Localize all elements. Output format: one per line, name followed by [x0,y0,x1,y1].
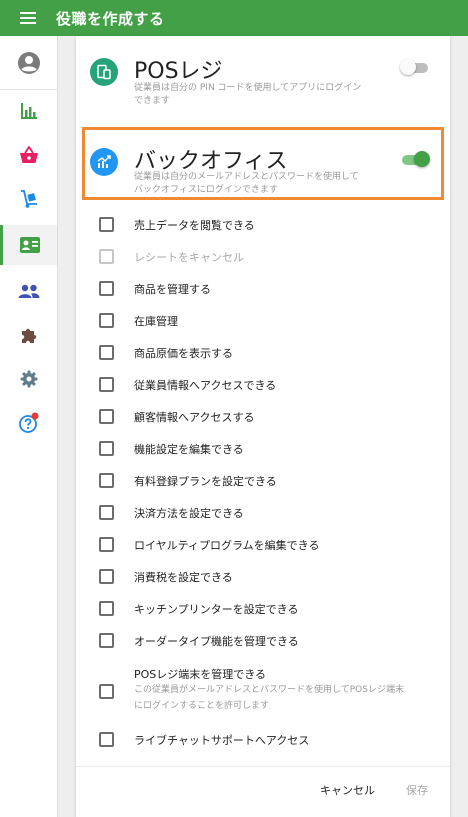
permission-label: 商品を管理する [134,283,211,296]
permission-checkbox[interactable] [99,345,114,360]
pos-module-toggle[interactable] [400,59,430,75]
sidebar-item-sales[interactable] [0,135,57,175]
permission-label: 顧客情報へアクセスする [134,411,255,424]
pos-module-title: POSレジ [134,59,223,84]
pos-module-description: 従業員は自分の PIN コードを使用してアプリにログイン できます [134,82,361,108]
permission-label: 在庫管理 [134,315,178,328]
backoffice-module-toggle[interactable] [400,151,430,167]
permission-row[interactable]: キッチンプリンターを設定できる [76,593,450,625]
sidebar-item-account[interactable] [0,43,57,83]
sidebar-divider [0,89,57,90]
permission-row[interactable]: POSレジ端末を管理できる この従業員がメールアドレスとパスワードを使用してPO… [76,662,450,718]
permission-checkbox[interactable] [99,684,114,699]
permission-label: 有料登録プランを設定できる [134,475,277,488]
backoffice-module-description: 従業員は自分のメールアドレスとパスワードを使用して バックオフィスにログインでき… [134,171,359,197]
permission-label: オーダータイプ機能を管理できる [134,635,299,648]
permission-description: この従業員がメールアドレスとパスワードを使用してPOSレジ端末 にログインするこ… [134,682,434,714]
permission-label: レシートをキャンセル [134,251,244,264]
main-content: POSレジ 従業員は自分の PIN コードを使用してアプリにログイン できます [58,36,468,817]
permission-checkbox[interactable] [99,601,114,616]
save-button[interactable]: 保存 [406,782,428,798]
hamburger-menu-icon [20,12,36,24]
permission-checkbox[interactable] [99,569,114,584]
permission-label: POSレジ端末を管理できる [134,668,267,681]
hand-truck-icon [20,190,37,208]
permission-checkbox[interactable] [99,441,114,456]
permission-checkbox[interactable] [99,732,114,747]
sidebar-item-integrations[interactable] [0,315,57,355]
permission-label: 機能設定を編集できる [134,443,244,456]
permission-row[interactable]: 在庫管理 [76,305,450,337]
permission-row[interactable]: ロイヤルティプログラムを編集できる [76,529,450,561]
permission-description-line: この従業員がメールアドレスとパスワードを使用してPOSレジ端末 [134,685,404,695]
backoffice-module-icon [90,148,118,176]
permission-row[interactable]: 商品原価を表示する [76,337,450,369]
people-icon [18,284,39,298]
permission-row[interactable]: 機能設定を編集できる [76,433,450,465]
permission-label: 売上データを閲覧できる [134,219,255,232]
permission-label: ロイヤルティプログラムを編集できる [134,539,320,552]
toggle-knob [414,151,430,167]
permission-row[interactable]: 決済方法を設定できる [76,497,450,529]
cancel-button[interactable]: キャンセル [320,782,375,798]
permission-row[interactable]: 従業員情報へアクセスできる [76,369,450,401]
sidebar-item-help[interactable] [0,403,57,443]
gear-icon [20,370,37,388]
backoffice-module-description-line: 従業員は自分のメールアドレスとパスワードを使用して [134,172,359,182]
permission-checkbox[interactable] [99,409,114,424]
permission-row[interactable]: オーダータイプ機能を管理できる [76,625,450,657]
permission-checkbox[interactable] [99,377,114,392]
permission-description-line: にログインすることを許可します [134,701,270,711]
permission-checkbox[interactable] [99,505,114,520]
permission-label: 決済方法を設定できる [134,507,244,520]
sidebar-item-reports[interactable] [0,91,57,131]
permission-row: レシートをキャンセル [76,241,450,273]
sidebar [0,36,58,817]
permission-checkbox[interactable] [99,217,114,232]
permission-row[interactable]: 有料登録プランを設定できる [76,465,450,497]
puzzle-icon [21,328,36,343]
permission-checkbox [99,249,114,264]
notification-dot [31,412,38,420]
permission-label: 従業員情報へアクセスできる [134,379,277,392]
role-form-card: POSレジ 従業員は自分の PIN コードを使用してアプリにログイン できます [76,36,450,817]
menu-button[interactable] [0,0,56,36]
permission-label: ライブチャットサポートへアクセス [134,734,310,747]
shopping-basket-icon [19,146,38,163]
permission-checkbox[interactable] [99,633,114,648]
pos-module-description-line: 従業員は自分の PIN コードを使用してアプリにログイン [134,83,362,93]
bar-chart-icon [20,103,37,119]
badge-icon [20,237,40,253]
permission-checkbox[interactable] [99,281,114,296]
sidebar-item-employees[interactable] [0,225,57,265]
permission-checkbox[interactable] [99,537,114,552]
pos-module-icon [90,58,118,86]
backoffice-module-description-line: バックオフィスにログインできます [134,185,278,195]
page-title: 役職を作成する [56,9,165,28]
footer-divider [76,766,450,767]
permission-row[interactable]: 売上データを閲覧できる [76,209,450,241]
chart-trend-icon [97,155,111,168]
sidebar-item-customers[interactable] [0,271,57,311]
permission-label: キッチンプリンターを設定できる [134,603,299,616]
help-circle-icon [18,412,38,433]
sidebar-item-settings[interactable] [0,359,57,399]
permission-label: 商品原価を表示する [134,347,233,360]
permission-row[interactable]: ライブチャットサポートへアクセス [76,724,450,756]
permission-row[interactable]: 消費税を設定できる [76,561,450,593]
sidebar-item-inventory[interactable] [0,179,57,219]
app-header: 役職を作成する [0,0,468,36]
permission-label: 消費税を設定できる [134,571,233,584]
toggle-knob [400,59,416,75]
pos-module-description-line: できます [134,96,171,106]
account-circle-icon [17,52,40,74]
permission-row[interactable]: 商品を管理する [76,273,450,305]
permission-row[interactable]: 顧客情報へアクセスする [76,401,450,433]
permission-checkbox[interactable] [99,473,114,488]
permission-checkbox[interactable] [99,313,114,328]
pos-device-icon [97,64,111,80]
